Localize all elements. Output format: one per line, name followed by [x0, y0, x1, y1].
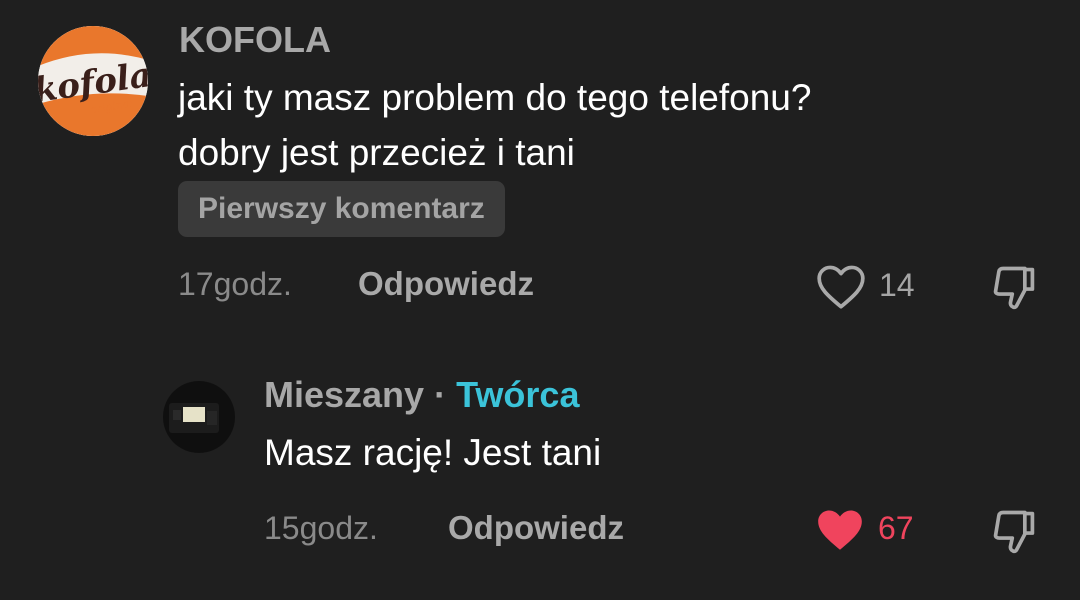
- first-comment-badge: Pierwszy komentarz: [178, 181, 505, 237]
- reply-text: Masz rację! Jest tani: [264, 432, 602, 473]
- user-avatar-icon: [163, 381, 235, 453]
- comments-thread: kofola original KOFOLA jaki ty masz prob…: [0, 0, 1080, 600]
- reply-author-line: Mieszany · Twórca: [264, 377, 579, 413]
- comment-text-line-1: jaki ty masz problem do tego telefonu?: [178, 77, 812, 118]
- like-count: 14: [879, 267, 915, 303]
- kofola-logo-avatar-icon: kofola original: [38, 26, 148, 136]
- thumbs-down-icon[interactable]: [988, 506, 1040, 558]
- kofola-avatar[interactable]: kofola original: [38, 26, 148, 136]
- reply-timestamp: 15godz.: [264, 510, 378, 546]
- comment-text-line-2: dobry jest przecież i tani: [178, 132, 575, 173]
- like-count: 67: [878, 510, 914, 546]
- heart-filled-icon[interactable]: [813, 505, 867, 553]
- user-avatar[interactable]: [163, 381, 235, 453]
- comment-username[interactable]: KOFOLA: [179, 22, 331, 58]
- reply-username[interactable]: Mieszany: [264, 374, 424, 415]
- reply-button[interactable]: Odpowiedz: [358, 267, 534, 300]
- thumbs-down-icon[interactable]: [988, 262, 1040, 314]
- reply-button[interactable]: Odpowiedz: [448, 511, 624, 544]
- creator-badge: Twórca: [456, 374, 580, 415]
- separator-dot: ·: [434, 374, 447, 415]
- comment-timestamp: 17godz.: [178, 266, 292, 302]
- heart-outline-icon[interactable]: [814, 262, 868, 310]
